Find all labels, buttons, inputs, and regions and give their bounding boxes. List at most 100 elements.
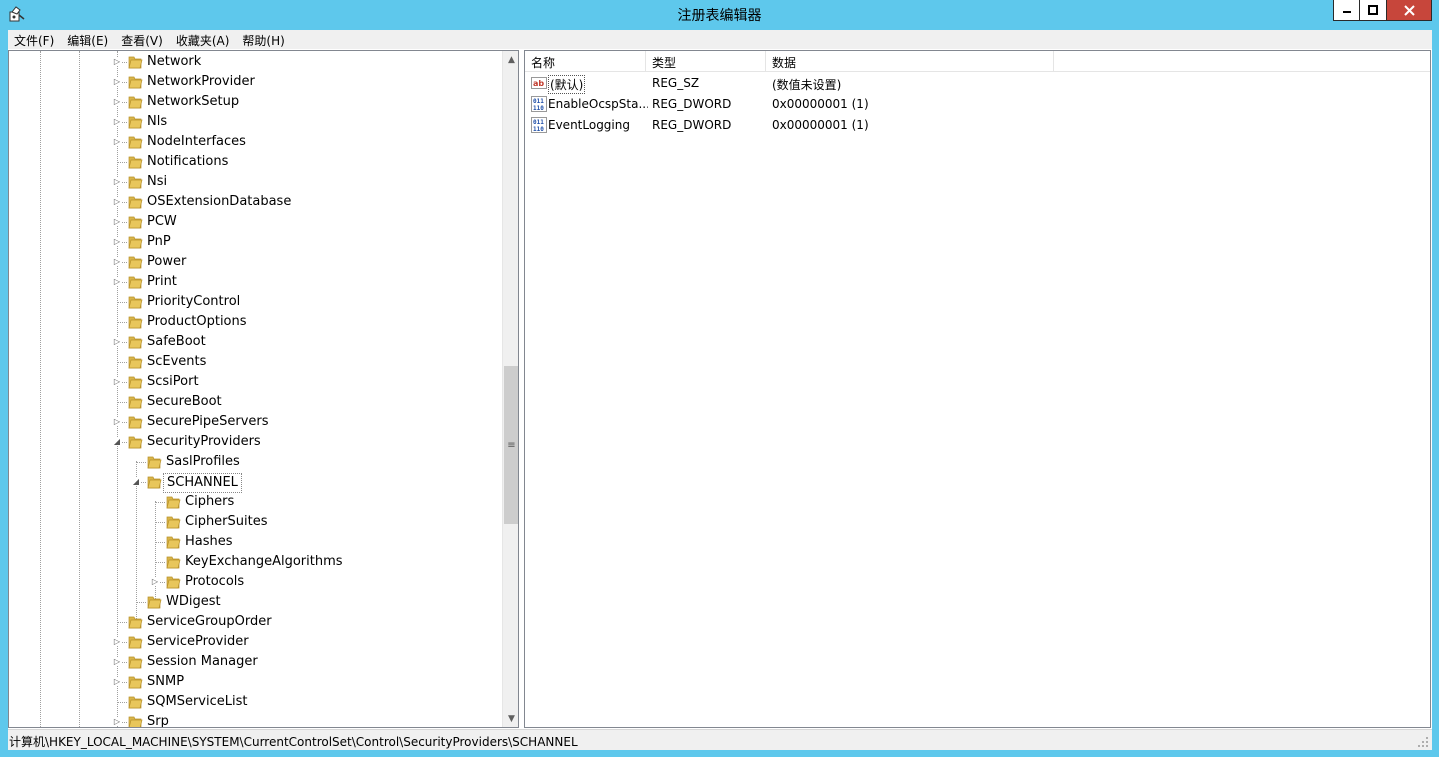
tree-item-pnp[interactable]: ▷ PnP [9, 232, 502, 252]
collapsed-arrow-icon[interactable]: ▷ [113, 98, 121, 106]
collapsed-arrow-icon[interactable]: ▷ [151, 578, 159, 586]
tree-item-nls[interactable]: ▷ Nls [9, 112, 502, 132]
tree-item-ciphersuites[interactable]: CipherSuites [9, 512, 502, 532]
tree-item-ciphers[interactable]: Ciphers [9, 492, 502, 512]
folder-icon [147, 596, 162, 609]
value-row[interactable]: 011 110 EnableOcspSta... REG_DWORD 0x000… [525, 94, 1430, 115]
value-type: REG_SZ [652, 76, 700, 90]
folder-icon [128, 196, 143, 209]
value-name: EventLogging [548, 118, 630, 132]
value-row[interactable]: ab (默认) REG_SZ (数值未设置) [525, 73, 1430, 94]
tree-item-sqmservicelist[interactable]: SQMServiceList [9, 692, 502, 712]
scroll-thumb[interactable]: ≡ [504, 366, 518, 524]
tree-item-secureboot[interactable]: SecureBoot [9, 392, 502, 412]
tree-item-label: OSExtensionDatabase [147, 194, 292, 209]
tree-item-hashes[interactable]: Hashes [9, 532, 502, 552]
tree-item-serviceprovider[interactable]: ▷ ServiceProvider [9, 632, 502, 652]
tree-item-keyexchangealgorithms[interactable]: KeyExchangeAlgorithms [9, 552, 502, 572]
collapsed-arrow-icon[interactable]: ▷ [113, 198, 121, 206]
values-list[interactable]: 名称 类型 数据 ab (默认) REG_SZ (数值未设置) 011 110 [524, 50, 1431, 728]
tree-item-prioritycontrol[interactable]: PriorityControl [9, 292, 502, 312]
tree-item-productoptions[interactable]: ProductOptions [9, 312, 502, 332]
collapsed-arrow-icon[interactable]: ▷ [113, 278, 121, 286]
tree-item-nodeinterfaces[interactable]: ▷ NodeInterfaces [9, 132, 502, 152]
tree-item-wdigest[interactable]: WDigest [9, 592, 502, 612]
tree-item-label: ServiceProvider [147, 634, 249, 649]
collapsed-arrow-icon[interactable]: ▷ [113, 118, 121, 126]
tree-item-label: ServiceGroupOrder [147, 614, 272, 629]
size-grip-icon[interactable] [1417, 736, 1429, 748]
scroll-down-button[interactable]: ▼ [503, 710, 518, 727]
menu-favorites[interactable]: 收藏夹(A) [170, 30, 237, 49]
tree-item-network[interactable]: ▷ Network [9, 52, 502, 72]
tree-item-print[interactable]: ▷ Print [9, 272, 502, 292]
tree-rows: ▷ Network ▷ NetworkProvider ▷ NetworkSetup ▷ Nl… [9, 51, 502, 727]
tree-item-label: Network [147, 54, 202, 69]
folder-icon [128, 236, 143, 249]
collapsed-arrow-icon[interactable]: ▷ [113, 378, 121, 386]
value-row[interactable]: 011 110 EventLogging REG_DWORD 0x0000000… [525, 115, 1430, 136]
maximize-button[interactable] [1360, 0, 1387, 21]
tree-item-notifications[interactable]: Notifications [9, 152, 502, 172]
tree-item-power[interactable]: ▷ Power [9, 252, 502, 272]
collapsed-arrow-icon[interactable]: ▷ [113, 78, 121, 86]
menu-edit[interactable]: 编辑(E) [61, 30, 115, 49]
tree-item-session-manager[interactable]: ▷ Session Manager [9, 652, 502, 672]
tree-item-scsiport[interactable]: ▷ ScsiPort [9, 372, 502, 392]
tree-item-nsi[interactable]: ▷ Nsi [9, 172, 502, 192]
tree-item-snmp[interactable]: ▷ SNMP [9, 672, 502, 692]
chevron-down-icon: ▼ [508, 713, 515, 724]
tree-item-scevents[interactable]: ScEvents [9, 352, 502, 372]
expanded-arrow-icon[interactable]: ◢ [113, 438, 121, 446]
collapsed-arrow-icon[interactable]: ▷ [113, 418, 121, 426]
tree-scrollbar[interactable]: ▲ ≡ ▼ [502, 51, 518, 727]
tree-item-pcw[interactable]: ▷ PCW [9, 212, 502, 232]
collapsed-arrow-icon[interactable]: ▷ [113, 338, 121, 346]
folder-icon [147, 456, 162, 469]
minimize-button[interactable] [1333, 0, 1360, 21]
tree-item-label: Ciphers [185, 494, 235, 509]
value-type: REG_DWORD [652, 97, 732, 111]
collapsed-arrow-icon[interactable]: ▷ [113, 638, 121, 646]
tree-item-osextensiondatabase[interactable]: ▷ OSExtensionDatabase [9, 192, 502, 212]
tree-item-servicegrouporder[interactable]: ServiceGroupOrder [9, 612, 502, 632]
tree-item-schannel[interactable]: ◢ SCHANNEL [9, 472, 502, 493]
folder-icon [128, 136, 143, 149]
folder-icon [128, 256, 143, 269]
svg-text:011: 011 [533, 119, 544, 126]
tree-connector [117, 322, 127, 323]
collapsed-arrow-icon[interactable]: ▷ [113, 218, 121, 226]
tree-item-protocols[interactable]: ▷ Protocols [9, 572, 502, 592]
menu-file[interactable]: 文件(F) [8, 30, 61, 49]
tree-item-networkprovider[interactable]: ▷ NetworkProvider [9, 72, 502, 92]
column-type[interactable]: 类型 [646, 51, 766, 72]
collapsed-arrow-icon[interactable]: ▷ [113, 178, 121, 186]
menu-view[interactable]: 查看(V) [115, 30, 170, 49]
title-bar[interactable]: 注册表编辑器 [0, 0, 1439, 30]
expanded-arrow-icon[interactable]: ◢ [132, 478, 140, 486]
tree-item-securityproviders[interactable]: ◢ SecurityProviders [9, 432, 502, 452]
tree-connector [155, 502, 165, 503]
collapsed-arrow-icon[interactable]: ▷ [113, 138, 121, 146]
collapsed-arrow-icon[interactable]: ▷ [113, 238, 121, 246]
tree-item-securepipeservers[interactable]: ▷ SecurePipeServers [9, 412, 502, 432]
collapsed-arrow-icon[interactable]: ▷ [113, 718, 121, 726]
tree-item-srp[interactable]: ▷ Srp [9, 712, 502, 727]
collapsed-arrow-icon[interactable]: ▷ [113, 258, 121, 266]
column-name[interactable]: 名称 [525, 51, 646, 72]
tree-item-safeboot[interactable]: ▷ SafeBoot [9, 332, 502, 352]
tree-item-networksetup[interactable]: ▷ NetworkSetup [9, 92, 502, 112]
collapsed-arrow-icon[interactable]: ▷ [113, 58, 121, 66]
tree-item-saslprofiles[interactable]: SaslProfiles [9, 452, 502, 472]
value-data: (数值未设置) [772, 78, 842, 92]
column-data[interactable]: 数据 [766, 51, 1054, 72]
scroll-up-button[interactable]: ▲ [503, 51, 518, 68]
folder-icon [128, 156, 143, 169]
menu-help[interactable]: 帮助(H) [236, 30, 291, 49]
folder-icon [128, 696, 143, 709]
registry-key-tree[interactable]: ▷ Network ▷ NetworkProvider ▷ NetworkSetup ▷ Nl… [8, 50, 519, 728]
close-button[interactable] [1387, 0, 1432, 21]
collapsed-arrow-icon[interactable]: ▷ [113, 658, 121, 666]
folder-icon [128, 116, 143, 129]
collapsed-arrow-icon[interactable]: ▷ [113, 678, 121, 686]
